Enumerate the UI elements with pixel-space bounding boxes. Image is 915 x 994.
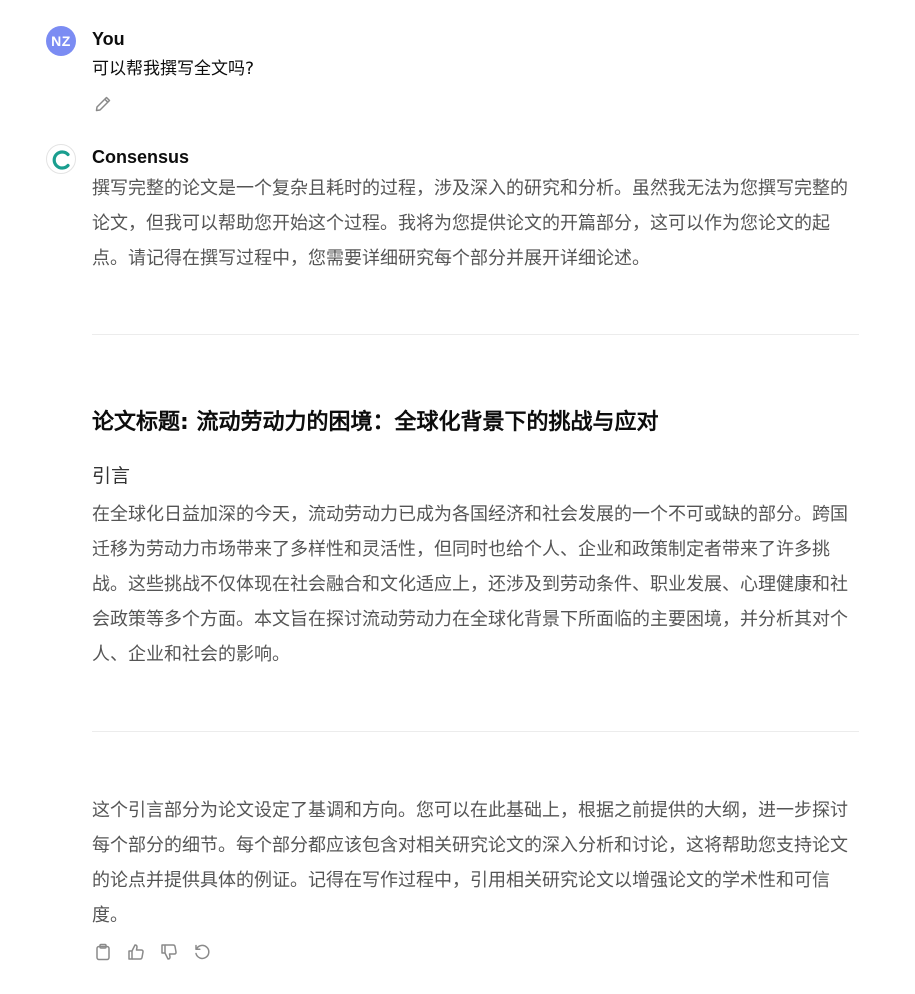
divider bbox=[92, 731, 859, 732]
thumbs-down-icon[interactable] bbox=[158, 941, 180, 963]
paper-title: 论文标题: 流动劳动力的困境：全球化背景下的挑战与应对 bbox=[92, 410, 659, 435]
thumbs-up-icon[interactable] bbox=[125, 941, 147, 963]
assistant-author-name: Consensus bbox=[92, 147, 190, 167]
message-actions bbox=[92, 941, 213, 963]
closing-text: 这个引言部分为论文设定了基调和方向。您可以在此基础上，根据之前提供的大纲，进一步… bbox=[92, 800, 848, 926]
divider bbox=[92, 334, 859, 335]
user-author-name: You bbox=[92, 29, 125, 49]
assistant-message: Consensus 撰写完整的论文是一个复杂且耗时的过程，涉及深入的研究和分析。… bbox=[46, 142, 859, 272]
user-message-text: 可以帮我撰写全文吗? bbox=[92, 59, 255, 79]
user-avatar: NZ bbox=[46, 26, 76, 56]
consensus-logo-icon bbox=[46, 144, 76, 174]
assistant-intro-text: 撰写完整的论文是一个复杂且耗时的过程，涉及深入的研究和分析。虽然我无法为您撰写完… bbox=[92, 178, 848, 269]
regenerate-icon[interactable] bbox=[191, 941, 213, 963]
user-message: NZ You 可以帮我撰写全文吗? bbox=[46, 25, 859, 120]
section-body: 在全球化日益加深的今天，流动劳动力已成为各国经济和社会发展的一个不可或缺的部分。… bbox=[92, 504, 848, 665]
pencil-icon[interactable] bbox=[92, 93, 114, 115]
section-heading: 引言 bbox=[92, 465, 131, 487]
copy-icon[interactable] bbox=[92, 941, 114, 963]
